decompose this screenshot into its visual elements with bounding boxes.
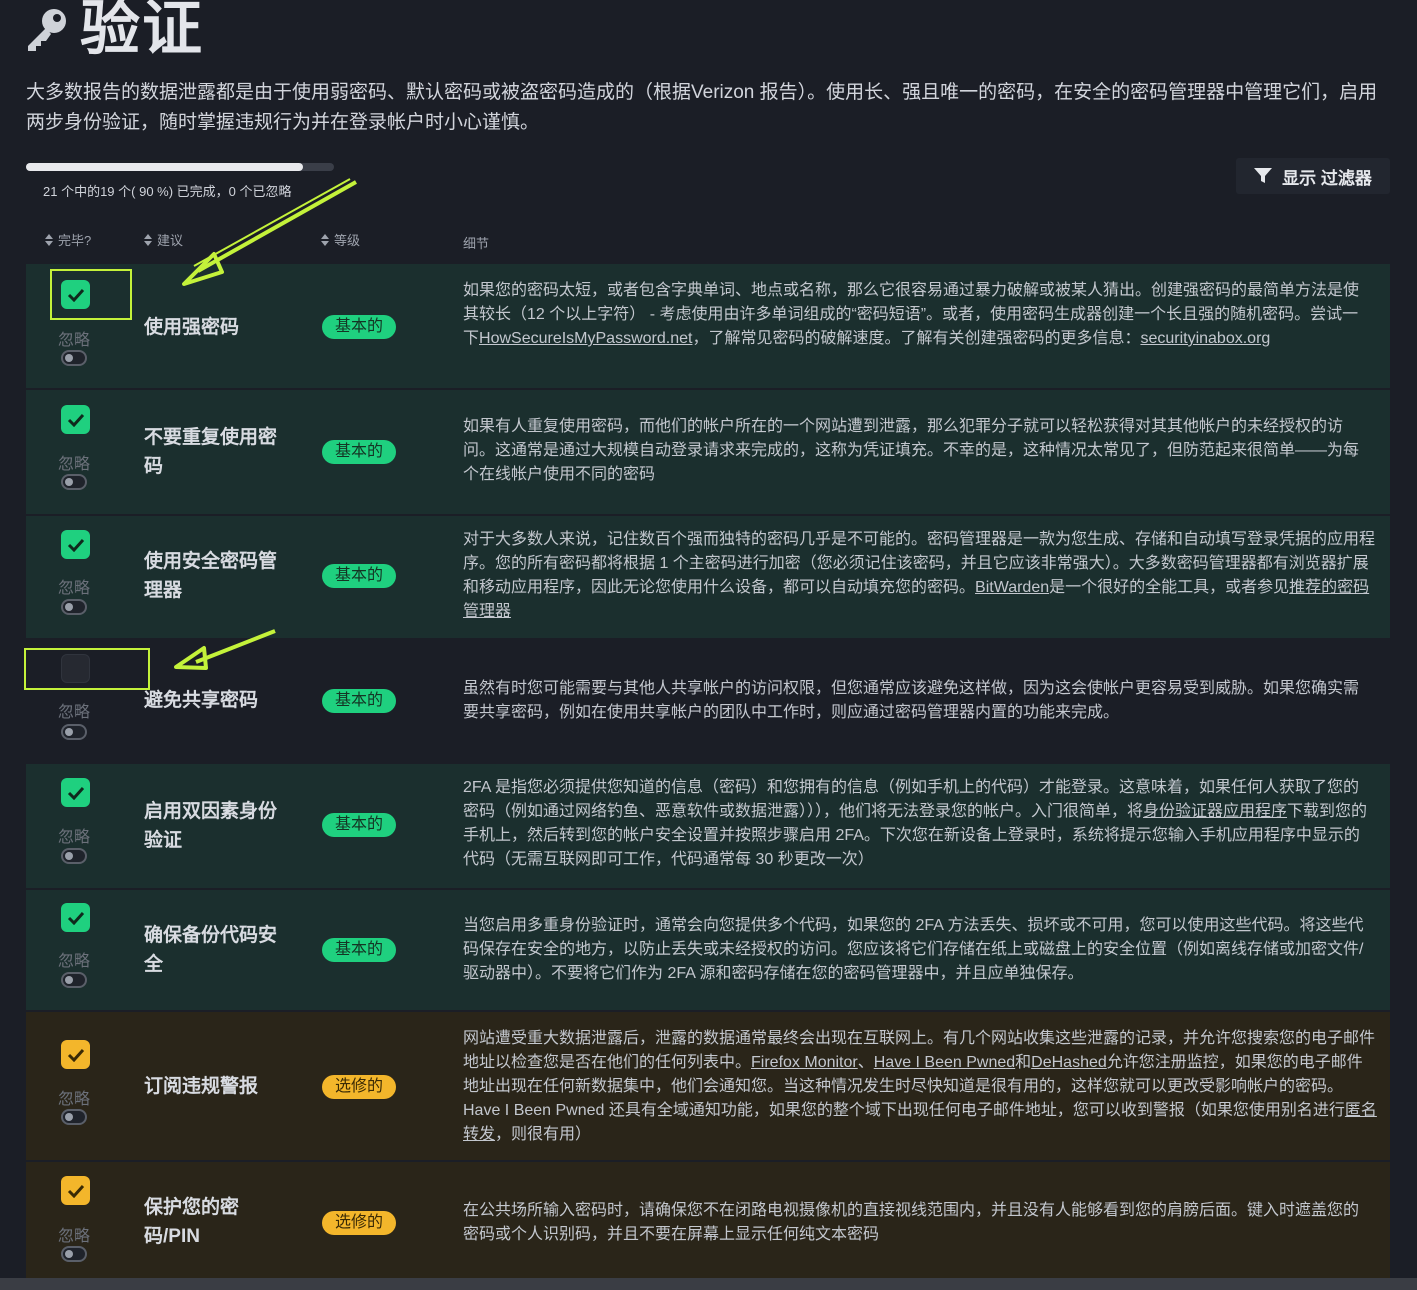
ignore-label: 忽略 — [58, 953, 91, 970]
check-icon — [67, 1184, 84, 1198]
level-badge: 基本的 — [322, 440, 396, 464]
done-checkbox[interactable] — [61, 1040, 90, 1069]
level-badge: 基本的 — [322, 564, 396, 588]
annotation-arrow-icon — [182, 178, 357, 286]
page-heading: 验证 — [80, 0, 204, 62]
header-done[interactable]: 完毕? — [45, 230, 91, 249]
link-securityinabox[interactable]: securityinabox.org — [1140, 330, 1270, 347]
check-icon — [67, 1048, 84, 1062]
done-checkbox[interactable] — [61, 903, 90, 932]
link-firefox-monitor[interactable]: Firefox Monitor — [751, 1054, 858, 1071]
done-checkbox[interactable] — [61, 1176, 90, 1205]
horizontal-scrollbar[interactable] — [0, 1278, 1417, 1290]
ignore-label: 忽略 — [58, 829, 91, 846]
advice-name: 使用安全密码管理器 — [144, 551, 278, 601]
ignore-toggle[interactable] — [61, 1109, 87, 1125]
advice-name: 启用双因素身份验证 — [144, 801, 278, 851]
check-icon — [67, 911, 84, 925]
show-filter-button[interactable]: 显示 过滤器 — [1236, 158, 1390, 194]
sort-icon — [45, 233, 53, 246]
advice-name: 订阅违规警报 — [144, 1076, 259, 1097]
level-badge: 选修的 — [322, 1075, 396, 1099]
highlight-box — [50, 269, 132, 320]
highlight-box — [24, 648, 150, 690]
advice-details: 当您启用多重身份验证时，通常会向您提供多个代码，如果您的 2FA 方法丢失、损坏… — [463, 917, 1364, 982]
check-icon — [67, 786, 84, 800]
link-have-i-been-pwned[interactable]: Have I Been Pwned — [874, 1054, 1015, 1071]
ignore-toggle[interactable] — [61, 972, 87, 988]
advice-name: 不要重复使用密码 — [144, 427, 278, 477]
link-authenticator-apps[interactable]: 身份验证器应用程序 — [1143, 803, 1287, 820]
ignore-toggle[interactable] — [61, 724, 87, 740]
advice-name: 避免共享密码 — [144, 690, 259, 711]
level-badge: 选修的 — [322, 1211, 396, 1235]
intro-text: 大多数报告的数据泄露都是由于使用弱密码、默认密码或被盗密码造成的（根据Veriz… — [26, 82, 1378, 133]
filter-button-label: 显示 过滤器 — [1282, 168, 1372, 188]
done-checkbox[interactable] — [61, 778, 90, 807]
level-badge: 基本的 — [322, 813, 396, 837]
advice-details: 如果您的密码太短，或者包含字典单词、地点或名称，那么它很容易通过暴力破解或被某人… — [463, 282, 1360, 347]
table-row: 忽略 订阅违规警报 选修的 网站遭受重大数据泄露后，泄露的数据通常最终会出现在互… — [26, 1012, 1390, 1160]
advice-name: 保护您的密码/PIN — [144, 1197, 240, 1247]
table-row: 忽略 启用双因素身份验证 基本的 2FA 是指您必须提供您知道的信息（密码）和您… — [26, 764, 1390, 888]
advice-details: 虽然有时您可能需要与其他人共享帐户的访问权限，但您通常应该避免这样做，因为这会使… — [463, 680, 1360, 721]
advice-details: 在公共场所输入密码时，请确保您不在闭路电视摄像机的直接视线范围内，并且没有人能够… — [463, 1202, 1360, 1243]
check-icon — [67, 538, 84, 552]
check-icon — [67, 413, 84, 427]
advice-details: 如果有人重复使用密码，而他们的帐户所在的一个网站遭到泄露，那么犯罪分子就可以轻松… — [463, 418, 1360, 483]
filter-icon — [1254, 168, 1273, 183]
level-badge: 基本的 — [322, 689, 396, 713]
ignore-toggle[interactable] — [61, 350, 87, 366]
ignore-label: 忽略 — [58, 332, 91, 349]
done-checkbox[interactable] — [61, 405, 90, 434]
header-details: 细节 — [463, 236, 490, 251]
page-title: 验证 — [24, 0, 204, 64]
table-row: 忽略 保护您的密码/PIN 选修的 在公共场所输入密码时，请确保您不在闭路电视摄… — [26, 1162, 1390, 1278]
advice-name: 确保备份代码安全 — [144, 925, 278, 975]
ignore-label: 忽略 — [58, 456, 91, 473]
advice-details: 网站遭受重大数据泄露后，泄露的数据通常最终会出现在互联网上。有几个网站收集这些泄… — [463, 1030, 1377, 1143]
progress-fill — [26, 163, 304, 171]
link-dehashed[interactable]: DeHashed — [1031, 1054, 1107, 1071]
ignore-toggle[interactable] — [61, 848, 87, 864]
ignore-label: 忽略 — [58, 580, 91, 597]
level-badge: 基本的 — [322, 315, 396, 339]
key-icon — [28, 9, 66, 51]
ignore-toggle[interactable] — [61, 1246, 87, 1262]
sort-icon — [144, 233, 152, 246]
advice-details: 对于大多数人来说，记住数百个强而独特的密码几乎是不可能的。密码管理器是一款为您生… — [463, 531, 1376, 620]
ignore-label: 忽略 — [58, 1091, 91, 1108]
ignore-label: 忽略 — [58, 1228, 91, 1245]
advice-name: 使用强密码 — [144, 317, 240, 338]
link-howsecure[interactable]: HowSecureIsMyPassword.net — [479, 330, 692, 347]
link-bitwarden[interactable]: BitWarden — [975, 579, 1049, 596]
table-row: 忽略 不要重复使用密码 基本的 如果有人重复使用密码，而他们的帐户所在的一个网站… — [26, 390, 1390, 514]
annotation-arrow-icon — [174, 629, 276, 670]
progress-bar — [26, 163, 334, 171]
advice-details: 2FA 是指您必须提供您知道的信息（密码）和您拥有的信息（例如手机上的代码）才能… — [463, 779, 1368, 868]
ignore-toggle[interactable] — [61, 599, 87, 615]
table-row: 忽略 使用安全密码管理器 基本的 对于大多数人来说，记住数百个强而独特的密码几乎… — [26, 516, 1390, 638]
ignore-toggle[interactable] — [61, 474, 87, 490]
table-row: 忽略 确保备份代码安全 基本的 当您启用多重身份验证时，通常会向您提供多个代码，… — [26, 890, 1390, 1010]
level-badge: 基本的 — [322, 938, 396, 962]
ignore-label: 忽略 — [58, 704, 91, 721]
done-checkbox[interactable] — [61, 530, 90, 559]
